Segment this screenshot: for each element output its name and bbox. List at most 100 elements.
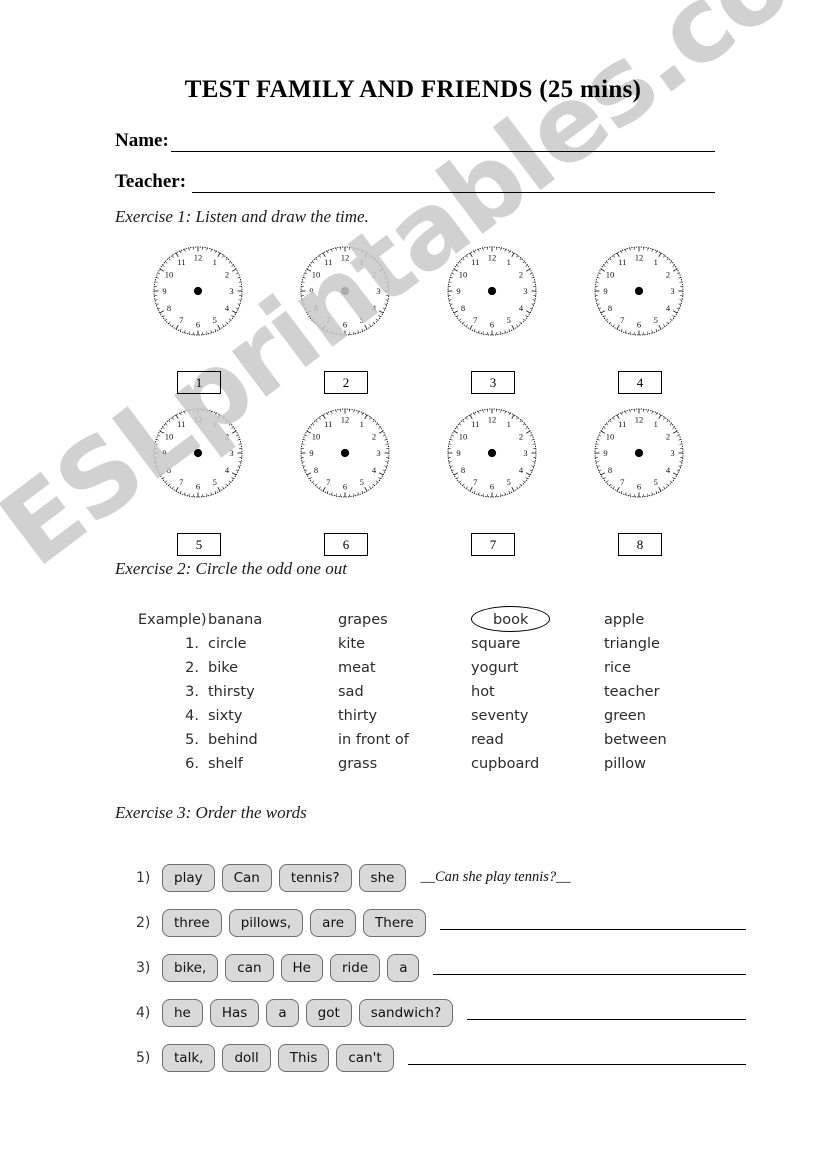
word-option-label: grass [338,756,378,772]
clock-face-top-4[interactable]: 12 1 2 3 4 5 6 7 8 9 10 11 [591,243,687,339]
word-option[interactable]: pillow [604,756,724,772]
word-option[interactable]: kite [338,636,471,652]
odd-one-out-row: 6. shelf grass cupboard pillow [136,752,736,776]
word-option[interactable]: behind [208,732,338,748]
answer-area[interactable] [453,1005,746,1020]
word-tile[interactable]: three [162,908,222,937]
svg-text:11: 11 [471,257,479,267]
word-tile[interactable]: doll [222,1043,271,1072]
word-option[interactable]: cupboard [471,756,604,772]
word-option[interactable]: apple [604,612,724,628]
word-option-label: teacher [604,684,660,700]
word-tile[interactable]: can [225,953,274,982]
word-option[interactable]: between [604,732,724,748]
word-option-label: shelf [208,756,243,772]
word-option[interactable]: meat [338,660,471,676]
word-tile[interactable]: Can [221,863,272,892]
word-option-label: meat [338,660,376,676]
word-option[interactable]: grass [338,756,471,772]
clock-number-box-6: 6 [324,533,368,556]
word-option[interactable]: sixty [208,708,338,724]
word-option[interactable]: read [471,732,604,748]
svg-text:9: 9 [603,448,607,458]
word-tile[interactable]: are [310,908,357,937]
clock-face-bottom-4[interactable]: 12 1 2 3 4 5 6 7 8 9 10 11 [591,405,687,501]
word-tile[interactable]: There [363,908,426,937]
order-words-row: 4) he Has a got sandwich? [136,990,746,1035]
word-tile[interactable]: ride [330,953,381,982]
clock-face-bottom-2[interactable]: 12 1 2 3 4 5 6 7 8 9 10 11 [297,405,393,501]
word-tile[interactable]: This [277,1043,330,1072]
word-tile[interactable]: she [358,863,407,892]
answer-area[interactable] [426,915,746,930]
svg-text:6: 6 [637,320,641,330]
word-tile[interactable]: sandwich? [358,998,454,1027]
word-option[interactable]: rice [604,660,724,676]
word-tile[interactable]: bike, [162,953,219,982]
clock-face-bottom-3[interactable]: 12 1 2 3 4 5 6 7 8 9 10 11 [444,405,540,501]
odd-one-out-row: 3. thirsty sad hot teacher [136,680,736,704]
svg-text:6: 6 [490,482,494,492]
answer-write-line[interactable] [439,915,746,930]
word-tile[interactable]: tennis? [278,863,352,892]
word-tile[interactable]: a [387,953,420,982]
clock-face-top-1[interactable]: 12 1 2 3 4 5 6 7 8 9 10 11 [150,243,246,339]
clock-face-bottom-1[interactable]: 12 1 2 3 4 5 6 7 8 9 10 11 [150,405,246,501]
word-option[interactable]: green [604,708,724,724]
word-option-label: between [604,732,667,748]
word-option-label: seventy [471,708,529,724]
word-tile[interactable]: a [266,998,299,1027]
word-option[interactable]: shelf [208,756,338,772]
row-number-label: 3) [136,959,151,976]
row-index-label: Example) [138,612,207,628]
answer-area[interactable] [394,1050,746,1065]
word-option[interactable]: thirsty [208,684,338,700]
word-option[interactable]: banana [208,612,338,628]
svg-text:12: 12 [341,253,350,263]
name-input-line[interactable] [170,134,715,152]
word-tile[interactable]: can't [336,1043,394,1072]
clock-face-top-3[interactable]: 12 1 2 3 4 5 6 7 8 9 10 11 [444,243,540,339]
word-tile[interactable]: play [162,863,215,892]
circled-answer[interactable]: book [471,606,551,632]
word-tile[interactable]: talk, [162,1043,216,1072]
word-option[interactable]: in front of [338,732,471,748]
word-option[interactable]: teacher [604,684,724,700]
answer-area[interactable]: __Can she play tennis?__ [406,869,746,886]
word-option[interactable]: hot [471,684,604,700]
word-tile[interactable]: He [280,953,323,982]
word-option[interactable]: yogurt [471,660,604,676]
word-option[interactable]: circle [208,636,338,652]
teacher-input-line[interactable] [192,175,715,193]
word-option[interactable]: seventy [471,708,604,724]
word-option[interactable]: triangle [604,636,724,652]
svg-text:5: 5 [507,477,511,487]
word-tile[interactable]: Has [209,998,260,1027]
svg-text:6: 6 [637,482,641,492]
svg-text:7: 7 [326,477,330,487]
svg-text:8: 8 [167,303,171,313]
word-option[interactable]: bike [208,660,338,676]
clock-face-top-2[interactable]: 12 1 2 3 4 5 6 7 8 9 10 11 [297,243,393,339]
clock-row-top: 12 1 2 3 4 5 6 7 8 9 10 11 12 1 2 3 4 5 6 7 8 9 10 11 12 1 2 3 4 5 6 7 8… [150,243,710,353]
word-tile[interactable]: he [162,998,203,1027]
word-option[interactable]: square [471,636,604,652]
clock-number-box-4: 4 [618,371,662,394]
word-tile[interactable]: pillows, [228,908,304,937]
svg-text:3: 3 [523,448,527,458]
row-index-label: 6. [185,756,199,772]
answer-write-line[interactable] [433,960,746,975]
word-tile-group: three pillows, are There [162,908,426,937]
svg-text:9: 9 [603,286,607,296]
answer-write-line[interactable] [407,1050,746,1065]
svg-text:8: 8 [608,465,612,475]
word-option[interactable]: sad [338,684,471,700]
word-option[interactable]: thirty [338,708,471,724]
word-tile[interactable]: got [305,998,352,1027]
answer-write-line[interactable] [467,1005,746,1020]
word-option[interactable]: book [471,606,604,632]
answer-area[interactable] [419,960,746,975]
svg-text:8: 8 [314,303,318,313]
name-field-row: Name: [115,126,715,152]
word-option[interactable]: grapes [338,612,471,628]
